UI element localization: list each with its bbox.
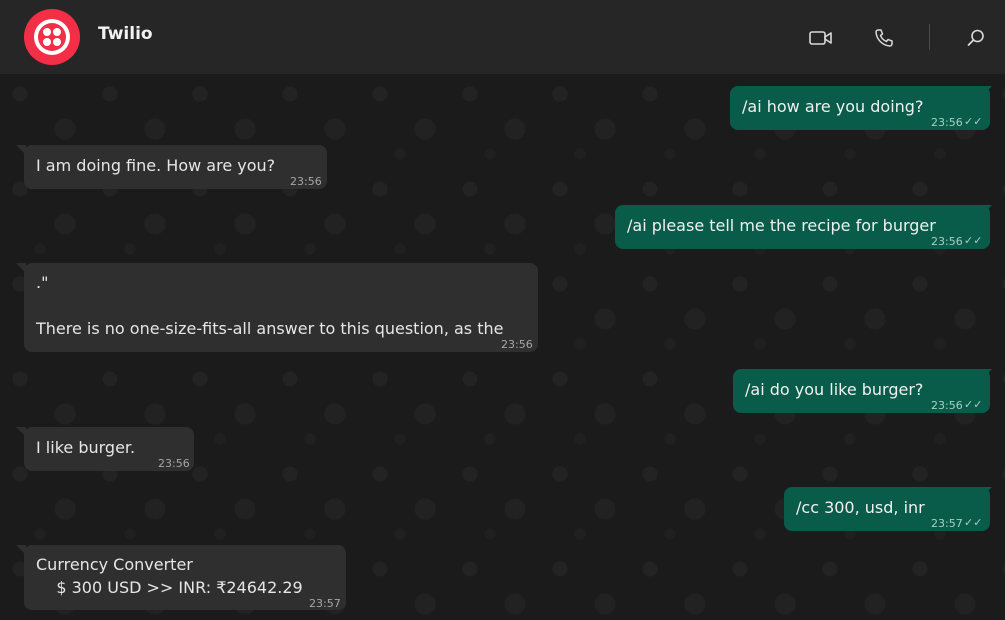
message-list[interactable]: /ai how are you doing? 23:56 ✓✓ I am doi…: [0, 74, 1005, 620]
message-text: /ai do you like burger?: [745, 380, 924, 399]
phone-icon[interactable]: [870, 24, 898, 52]
message-text: Currency Converter: [36, 555, 193, 574]
message-time: 23:57: [309, 597, 341, 610]
message-time: 23:56: [931, 235, 963, 248]
message-text-line2: There is no one-size-fits-all answer to …: [36, 319, 504, 338]
chat-title[interactable]: Twilio: [98, 24, 153, 44]
twilio-logo-icon: [34, 19, 70, 55]
outgoing-message[interactable]: /cc 300, usd, inr 23:57 ✓✓: [784, 487, 992, 531]
message-time: 23:56: [931, 399, 963, 412]
video-call-icon[interactable]: [807, 24, 835, 52]
message-text: /ai please tell me the recipe for burger: [627, 216, 936, 235]
header-divider: [929, 24, 930, 50]
message-time: 23:56: [158, 457, 190, 470]
outgoing-message[interactable]: /ai please tell me the recipe for burger…: [615, 205, 992, 249]
message-text: I like burger.: [36, 438, 136, 457]
incoming-message[interactable]: Currency Converter $ 300 USD >> INR: ₹24…: [16, 545, 346, 610]
double-check-icon: ✓✓: [964, 115, 983, 128]
double-check-icon: ✓✓: [964, 398, 983, 411]
chat-header: Twilio: [0, 0, 1005, 74]
message-time: 23:57: [931, 517, 963, 530]
message-time: 23:56: [290, 175, 322, 188]
incoming-message[interactable]: ." There is no one-size-fits-all answer …: [16, 263, 538, 352]
search-icon[interactable]: [962, 24, 990, 52]
message-text: /ai how are you doing?: [742, 97, 924, 116]
message-time: 23:56: [931, 116, 963, 129]
message-text: .": [36, 273, 49, 292]
message-text-line2: $ 300 USD >> INR: ₹24642.29: [36, 578, 303, 597]
message-text: I am doing fine. How are you?: [36, 156, 276, 175]
outgoing-message[interactable]: /ai how are you doing? 23:56 ✓✓: [730, 86, 992, 130]
incoming-message[interactable]: I like burger. 23:56: [16, 427, 194, 471]
message-time: 23:56: [501, 338, 533, 351]
avatar[interactable]: [24, 9, 80, 65]
double-check-icon: ✓✓: [964, 234, 983, 247]
outgoing-message[interactable]: /ai do you like burger? 23:56 ✓✓: [733, 369, 992, 413]
double-check-icon: ✓✓: [964, 516, 983, 529]
incoming-message[interactable]: I am doing fine. How are you? 23:56: [16, 145, 327, 189]
message-text: /cc 300, usd, inr: [796, 498, 925, 517]
